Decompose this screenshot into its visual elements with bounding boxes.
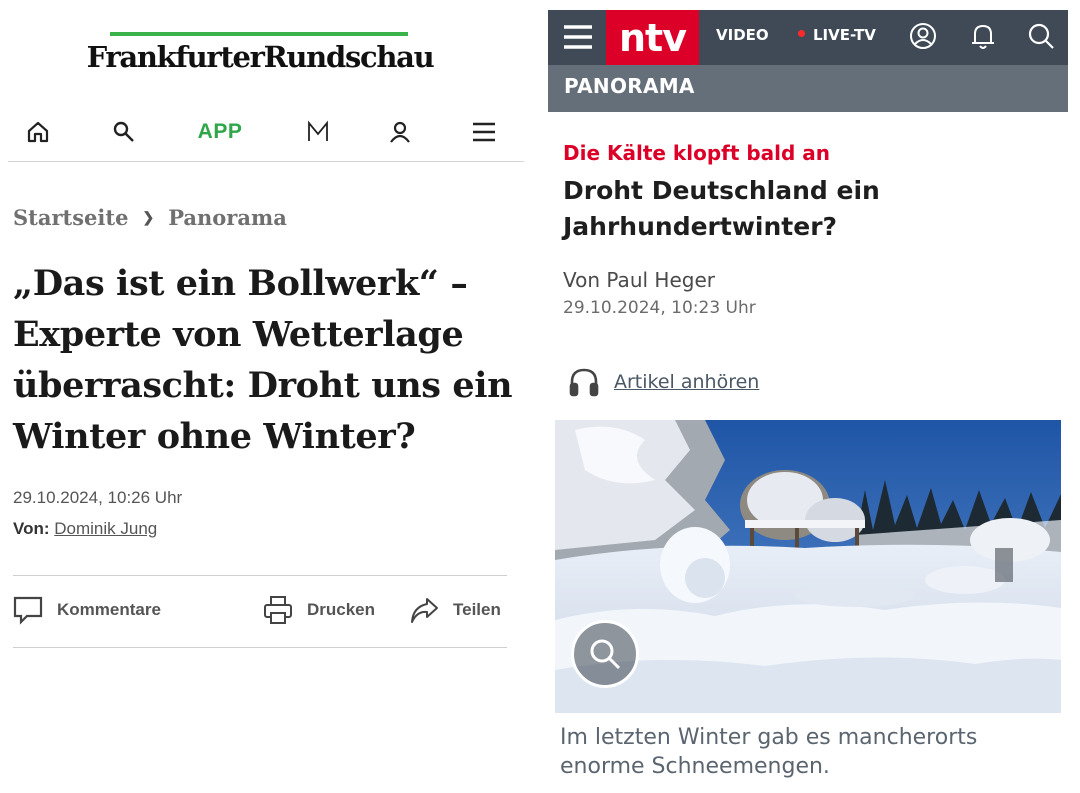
article-date: 29.10.2024, 10:26 Uhr (13, 488, 183, 507)
search-icon[interactable] (106, 114, 142, 150)
breadcrumb-home[interactable]: Startseite (13, 205, 128, 230)
headline-line: Winter ohne Winter? (13, 416, 416, 457)
fr-article-panel: FrankfurterRundschau APP Startseite ❯ Pa… (0, 0, 530, 793)
section-bar[interactable]: PANORAMA (548, 65, 1068, 112)
author-link[interactable]: Dominik Jung (54, 519, 157, 538)
caption-line: Im letzten Winter gab es mancherorts (560, 725, 978, 750)
caption-line: enorme Schneemengen. (560, 754, 830, 779)
share-icon (411, 598, 438, 623)
m-logo-icon[interactable] (300, 114, 336, 150)
zoom-image-button[interactable] (571, 620, 639, 688)
article-headline: „Das ist ein Bollwerk“ – Experte von Wet… (13, 258, 518, 462)
live-tv-link[interactable]: LIVE-TV (798, 26, 876, 44)
comments-label: Kommentare (57, 600, 161, 619)
search-icon[interactable] (1026, 21, 1056, 55)
headline-line: Jahrhundertwinter? (563, 212, 838, 241)
hamburger-menu-icon[interactable] (466, 114, 502, 150)
home-icon[interactable] (20, 114, 56, 150)
app-link[interactable]: APP (190, 114, 250, 150)
account-icon[interactable] (908, 21, 938, 55)
print-button[interactable]: Drucken (263, 595, 375, 625)
article-headline: Droht Deutschland ein Jahrhundertwinter? (563, 173, 1058, 245)
ntv-top-bar: ntv VIDEO LIVE-TV (548, 10, 1068, 65)
share-button[interactable]: Teilen (409, 595, 501, 625)
logo-accent-bar (110, 32, 408, 36)
printer-icon (264, 596, 292, 624)
article-author: Von Paul Heger (563, 268, 715, 292)
headphones-icon (569, 368, 599, 397)
print-label: Drucken (307, 600, 376, 619)
article-image[interactable] (555, 420, 1061, 713)
headline-line: Droht Deutschland ein (563, 176, 880, 205)
headline-line: „Das ist ein Bollwerk“ – (13, 263, 468, 304)
magnifier-icon (590, 639, 621, 670)
article-actions: Kommentare Drucken Teilen (13, 575, 507, 648)
headline-line: Experte von Wetterlage (13, 314, 464, 355)
bell-icon[interactable] (968, 21, 998, 55)
section-label: PANORAMA (564, 74, 695, 98)
listen-to-article-button[interactable]: Artikel anhören (568, 366, 759, 398)
article-author: Von: Dominik Jung (13, 519, 157, 539)
live-dot-icon (798, 30, 805, 37)
article-kicker: Die Kälte klopft bald an (563, 141, 831, 165)
live-tv-label: LIVE-TV (813, 26, 876, 44)
fr-nav-bar: APP (8, 104, 524, 162)
image-caption: Im letzten Winter gab es mancherorts eno… (560, 723, 1060, 781)
ntv-article-panel: ntv VIDEO LIVE-TV PANORAMA Die Kälte klo… (548, 0, 1068, 793)
comments-button[interactable]: Kommentare (13, 595, 161, 625)
author-prefix: Von: (13, 519, 50, 538)
breadcrumb-section[interactable]: Panorama (168, 205, 287, 230)
headline-line: überrascht: Droht uns ein (13, 365, 513, 406)
fr-logo[interactable]: FrankfurterRundschau (0, 40, 520, 74)
ntv-logo[interactable]: ntv (606, 10, 699, 65)
breadcrumb-separator: ❯ (142, 209, 155, 226)
listen-label: Artikel anhören (614, 371, 760, 393)
user-icon[interactable] (382, 114, 418, 150)
video-link[interactable]: VIDEO (716, 26, 769, 44)
hamburger-menu-icon[interactable] (562, 23, 594, 55)
article-date: 29.10.2024, 10:23 Uhr (563, 298, 756, 318)
comment-icon (13, 596, 43, 625)
breadcrumb: Startseite ❯ Panorama (13, 205, 287, 230)
share-label: Teilen (453, 600, 501, 619)
